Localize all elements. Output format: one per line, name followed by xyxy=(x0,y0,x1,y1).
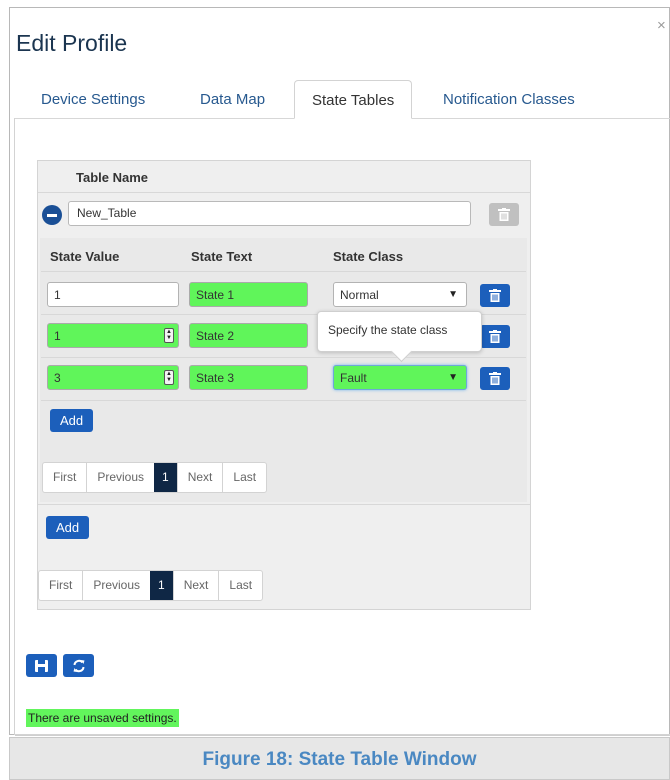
close-icon[interactable]: × xyxy=(657,18,666,33)
pager-last[interactable]: Last xyxy=(222,463,266,492)
delete-row-button[interactable] xyxy=(480,325,510,348)
pager-previous[interactable]: Previous xyxy=(82,571,150,600)
table-name-input[interactable]: New_Table xyxy=(68,201,471,226)
state-text-input[interactable]: State 3 xyxy=(189,365,308,390)
column-state-value: State Value xyxy=(50,249,120,264)
tab-device-settings[interactable]: Device Settings xyxy=(24,80,162,119)
delete-table-button xyxy=(489,203,519,226)
dialog-title: Edit Profile xyxy=(16,30,128,56)
tab-notification-classes[interactable]: Notification Classes xyxy=(426,80,592,119)
trash-icon xyxy=(489,372,501,385)
state-text-input[interactable]: State 2 xyxy=(189,323,308,348)
state-class-value: Normal xyxy=(340,288,379,302)
refresh-button[interactable] xyxy=(63,654,94,677)
save-button[interactable] xyxy=(26,654,57,677)
state-class-value: Fault xyxy=(340,371,367,385)
pager-previous[interactable]: Previous xyxy=(86,463,154,492)
figure-caption-bar: Figure 18: State Table Window xyxy=(9,737,670,780)
delete-row-button[interactable] xyxy=(480,367,510,390)
pager-last[interactable]: Last xyxy=(218,571,262,600)
state-value-text: 1 xyxy=(54,329,61,343)
row-divider xyxy=(41,400,526,401)
tables-pagination: First Previous 1 Next Last xyxy=(38,570,264,601)
state-value-input[interactable]: 1 xyxy=(47,282,179,307)
add-state-button[interactable]: Add xyxy=(50,409,94,432)
column-state-text: State Text xyxy=(191,249,253,264)
number-stepper-icon[interactable]: ▲ ▼ xyxy=(164,370,174,385)
pager-next[interactable]: Next xyxy=(172,571,219,600)
pager-first[interactable]: First xyxy=(43,463,86,492)
tab-data-map[interactable]: Data Map xyxy=(183,80,282,119)
trash-icon xyxy=(489,289,501,302)
pager-current-page[interactable]: 1 xyxy=(154,463,177,492)
unsaved-status-message: There are unsaved settings. xyxy=(26,709,179,727)
pager-current-page[interactable]: 1 xyxy=(150,571,173,600)
section-divider xyxy=(38,504,530,505)
table-name-header: Table Name xyxy=(76,170,149,185)
state-value-input[interactable]: 3 ▲ ▼ xyxy=(47,365,179,390)
pager-first[interactable]: First xyxy=(39,571,82,600)
dropdown-caret-icon: ▼ xyxy=(448,372,458,383)
delete-row-button[interactable] xyxy=(480,284,510,307)
state-class-select[interactable]: Normal ▼ xyxy=(333,282,467,307)
save-icon xyxy=(35,659,48,672)
trash-icon xyxy=(489,330,501,343)
panel-divider xyxy=(15,735,670,736)
row-divider xyxy=(41,357,526,358)
state-value-text: 3 xyxy=(54,371,61,385)
column-state-class: State Class xyxy=(333,249,404,264)
state-class-tooltip: Specify the state class xyxy=(317,311,482,352)
trash-icon xyxy=(498,208,510,221)
add-table-button[interactable]: Add xyxy=(46,516,90,539)
state-class-select[interactable]: Fault ▼ xyxy=(333,365,467,390)
row-divider xyxy=(41,271,526,272)
pager-next[interactable]: Next xyxy=(176,463,223,492)
figure-caption: Figure 18: State Table Window xyxy=(202,749,477,770)
state-value-input[interactable]: 1 ▲ ▼ xyxy=(47,323,179,348)
collapse-table-icon[interactable] xyxy=(42,205,62,225)
refresh-icon xyxy=(73,659,84,672)
header-divider xyxy=(38,192,530,193)
state-rows-pagination: First Previous 1 Next Last xyxy=(42,462,268,493)
state-text-input[interactable]: State 1 xyxy=(189,282,308,307)
dropdown-caret-icon: ▼ xyxy=(448,289,458,300)
number-stepper-icon[interactable]: ▲ ▼ xyxy=(164,328,174,343)
tab-state-tables[interactable]: State Tables xyxy=(294,80,413,119)
